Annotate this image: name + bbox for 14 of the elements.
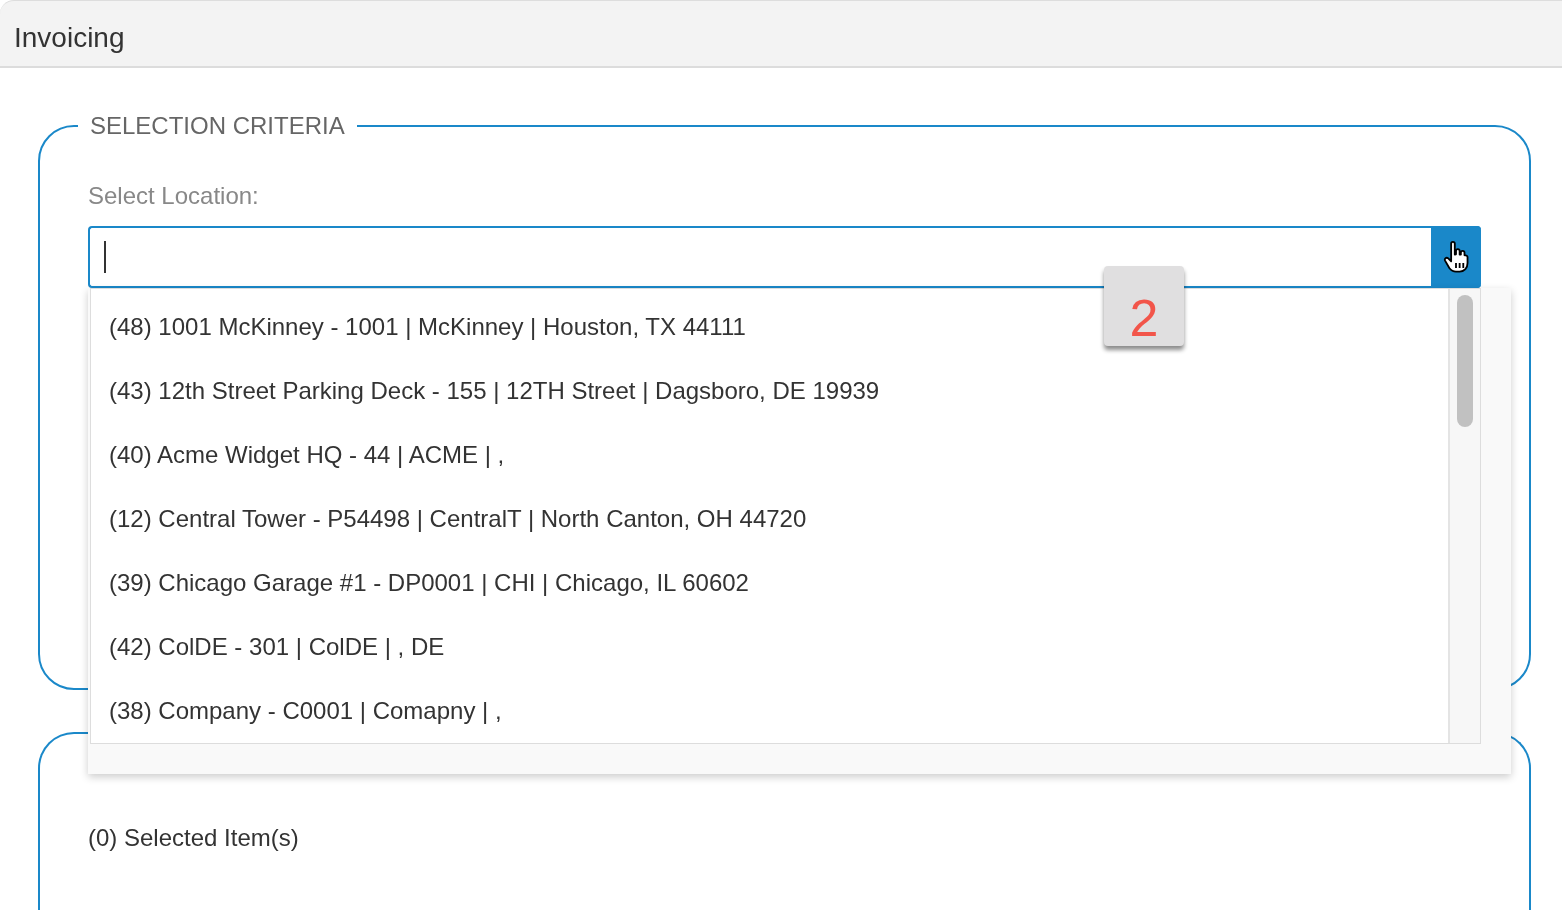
location-option[interactable]: (42) ColDE - 301 | ColDE | , DE (109, 615, 445, 679)
page-title: Invoicing (14, 20, 125, 54)
location-option[interactable]: (12) Central Tower - P54498 | CentralT | North Canton, OH 44720 (109, 487, 807, 551)
location-option[interactable]: (48) 1001 McKinney - 1001 | McKinney | Houston, TX 44111 (109, 295, 746, 359)
location-option[interactable]: (39) Chicago Garage #1 - DP0001 | CHI | Chicago, IL 60602 (109, 551, 749, 615)
scrollbar-thumb[interactable] (1457, 295, 1473, 427)
location-option[interactable]: (43) 12th Street Parking Deck - 155 | 12TH Street | Dagsboro, DE 19939 (109, 359, 880, 423)
scrollbar[interactable] (1448, 289, 1480, 743)
panel-legend: SELECTION CRITERIA (78, 112, 357, 140)
location-option[interactable]: (38) Company - C0001 | Comapny | , (109, 679, 502, 743)
field-label: Select Location: (88, 182, 260, 210)
location-option[interactable]: (40) Acme Widget HQ - 44 | ACME | , (109, 423, 505, 487)
selected-count: (0) Selected Item(s) (88, 824, 299, 851)
step-badge: 2 (1104, 266, 1184, 346)
